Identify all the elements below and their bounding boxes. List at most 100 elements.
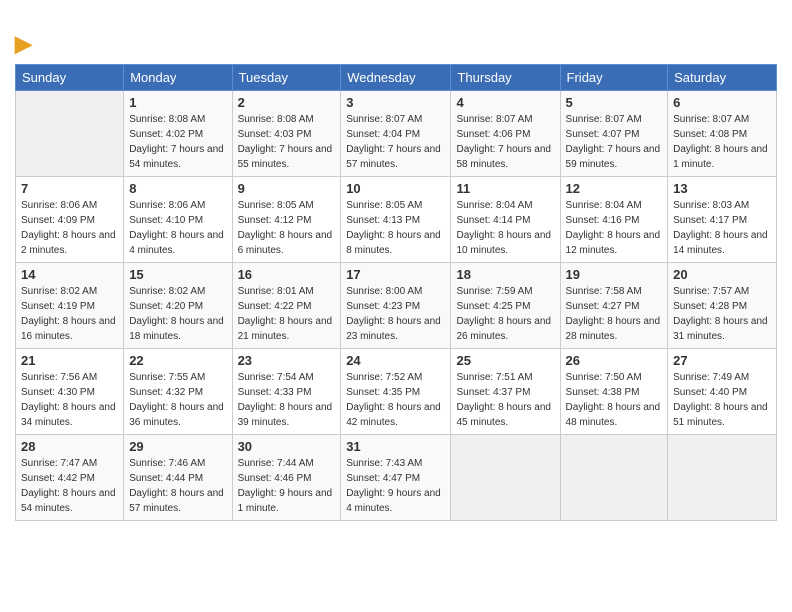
- day-info: Sunrise: 8:07 AM Sunset: 4:06 PM Dayligh…: [456, 112, 554, 172]
- daylight-label: Daylight: 8 hours and 2 minutes.: [21, 230, 116, 256]
- sunset-label: Sunset: 4:02 PM: [129, 129, 203, 140]
- day-number: 15: [129, 267, 226, 282]
- day-info: Sunrise: 7:57 AM Sunset: 4:28 PM Dayligh…: [673, 284, 771, 344]
- sunrise-label: Sunrise: 8:06 AM: [129, 200, 205, 211]
- sunset-label: Sunset: 4:40 PM: [673, 387, 747, 398]
- sunrise-label: Sunrise: 7:49 AM: [673, 372, 749, 383]
- calendar-cell: 28 Sunrise: 7:47 AM Sunset: 4:42 PM Dayl…: [16, 435, 124, 521]
- sunset-label: Sunset: 4:32 PM: [129, 387, 203, 398]
- daylight-label: Daylight: 8 hours and 21 minutes.: [238, 316, 333, 342]
- day-number: 26: [566, 353, 663, 368]
- day-number: 17: [346, 267, 445, 282]
- sunset-label: Sunset: 4:04 PM: [346, 129, 420, 140]
- day-header-wednesday: Wednesday: [341, 65, 451, 91]
- day-info: Sunrise: 7:59 AM Sunset: 4:25 PM Dayligh…: [456, 284, 554, 344]
- sunrise-label: Sunrise: 7:43 AM: [346, 458, 422, 469]
- sunset-label: Sunset: 4:08 PM: [673, 129, 747, 140]
- calendar-cell: 21 Sunrise: 7:56 AM Sunset: 4:30 PM Dayl…: [16, 349, 124, 435]
- sunset-label: Sunset: 4:37 PM: [456, 387, 530, 398]
- sunrise-label: Sunrise: 7:57 AM: [673, 286, 749, 297]
- day-number: 6: [673, 95, 771, 110]
- daylight-label: Daylight: 8 hours and 39 minutes.: [238, 402, 333, 428]
- day-number: 7: [21, 181, 118, 196]
- day-header-monday: Monday: [124, 65, 232, 91]
- day-number: 1: [129, 95, 226, 110]
- calendar-cell: 8 Sunrise: 8:06 AM Sunset: 4:10 PM Dayli…: [124, 177, 232, 263]
- day-number: 14: [21, 267, 118, 282]
- daylight-label: Daylight: 8 hours and 4 minutes.: [129, 230, 224, 256]
- logo-icon: ▶: [15, 31, 32, 56]
- daylight-label: Daylight: 8 hours and 12 minutes.: [566, 230, 661, 256]
- sunrise-label: Sunrise: 7:46 AM: [129, 458, 205, 469]
- calendar-cell: 29 Sunrise: 7:46 AM Sunset: 4:44 PM Dayl…: [124, 435, 232, 521]
- daylight-label: Daylight: 8 hours and 16 minutes.: [21, 316, 116, 342]
- calendar-cell: [16, 91, 124, 177]
- sunrise-label: Sunrise: 8:02 AM: [21, 286, 97, 297]
- daylight-label: Daylight: 8 hours and 48 minutes.: [566, 402, 661, 428]
- day-number: 2: [238, 95, 336, 110]
- day-number: 8: [129, 181, 226, 196]
- day-info: Sunrise: 8:05 AM Sunset: 4:13 PM Dayligh…: [346, 198, 445, 258]
- sunrise-label: Sunrise: 8:04 AM: [566, 200, 642, 211]
- day-number: 4: [456, 95, 554, 110]
- day-info: Sunrise: 8:07 AM Sunset: 4:08 PM Dayligh…: [673, 112, 771, 172]
- sunset-label: Sunset: 4:30 PM: [21, 387, 95, 398]
- day-number: 19: [566, 267, 663, 282]
- calendar-cell: 30 Sunrise: 7:44 AM Sunset: 4:46 PM Dayl…: [232, 435, 341, 521]
- daylight-label: Daylight: 9 hours and 1 minute.: [238, 488, 333, 514]
- sunset-label: Sunset: 4:28 PM: [673, 301, 747, 312]
- daylight-label: Daylight: 7 hours and 57 minutes.: [346, 144, 441, 170]
- day-info: Sunrise: 8:04 AM Sunset: 4:14 PM Dayligh…: [456, 198, 554, 258]
- calendar-cell: 16 Sunrise: 8:01 AM Sunset: 4:22 PM Dayl…: [232, 263, 341, 349]
- day-info: Sunrise: 7:54 AM Sunset: 4:33 PM Dayligh…: [238, 370, 336, 430]
- day-info: Sunrise: 7:56 AM Sunset: 4:30 PM Dayligh…: [21, 370, 118, 430]
- calendar-cell: 15 Sunrise: 8:02 AM Sunset: 4:20 PM Dayl…: [124, 263, 232, 349]
- day-number: 24: [346, 353, 445, 368]
- sunrise-label: Sunrise: 8:04 AM: [456, 200, 532, 211]
- day-info: Sunrise: 7:50 AM Sunset: 4:38 PM Dayligh…: [566, 370, 663, 430]
- daylight-label: Daylight: 8 hours and 57 minutes.: [129, 488, 224, 514]
- day-number: 3: [346, 95, 445, 110]
- daylight-label: Daylight: 8 hours and 54 minutes.: [21, 488, 116, 514]
- sunrise-label: Sunrise: 7:59 AM: [456, 286, 532, 297]
- sunrise-label: Sunrise: 7:50 AM: [566, 372, 642, 383]
- day-number: 13: [673, 181, 771, 196]
- day-info: Sunrise: 7:51 AM Sunset: 4:37 PM Dayligh…: [456, 370, 554, 430]
- day-number: 12: [566, 181, 663, 196]
- day-number: 9: [238, 181, 336, 196]
- sunrise-label: Sunrise: 7:51 AM: [456, 372, 532, 383]
- day-number: 10: [346, 181, 445, 196]
- day-number: 5: [566, 95, 663, 110]
- day-info: Sunrise: 8:08 AM Sunset: 4:03 PM Dayligh…: [238, 112, 336, 172]
- sunset-label: Sunset: 4:38 PM: [566, 387, 640, 398]
- daylight-label: Daylight: 7 hours and 54 minutes.: [129, 144, 224, 170]
- day-info: Sunrise: 7:58 AM Sunset: 4:27 PM Dayligh…: [566, 284, 663, 344]
- daylight-label: Daylight: 8 hours and 6 minutes.: [238, 230, 333, 256]
- sunrise-label: Sunrise: 7:47 AM: [21, 458, 97, 469]
- day-info: Sunrise: 7:55 AM Sunset: 4:32 PM Dayligh…: [129, 370, 226, 430]
- calendar-cell: 18 Sunrise: 7:59 AM Sunset: 4:25 PM Dayl…: [451, 263, 560, 349]
- day-info: Sunrise: 7:43 AM Sunset: 4:47 PM Dayligh…: [346, 456, 445, 516]
- calendar-cell: 24 Sunrise: 7:52 AM Sunset: 4:35 PM Dayl…: [341, 349, 451, 435]
- day-info: Sunrise: 8:07 AM Sunset: 4:04 PM Dayligh…: [346, 112, 445, 172]
- calendar-cell: 3 Sunrise: 8:07 AM Sunset: 4:04 PM Dayli…: [341, 91, 451, 177]
- calendar-cell: [560, 435, 668, 521]
- header: ▶: [15, 10, 777, 56]
- sunset-label: Sunset: 4:27 PM: [566, 301, 640, 312]
- sunrise-label: Sunrise: 8:00 AM: [346, 286, 422, 297]
- day-info: Sunrise: 8:03 AM Sunset: 4:17 PM Dayligh…: [673, 198, 771, 258]
- calendar-header-row: SundayMondayTuesdayWednesdayThursdayFrid…: [16, 65, 777, 91]
- sunset-label: Sunset: 4:47 PM: [346, 473, 420, 484]
- calendar-cell: 14 Sunrise: 8:02 AM Sunset: 4:19 PM Dayl…: [16, 263, 124, 349]
- sunset-label: Sunset: 4:06 PM: [456, 129, 530, 140]
- day-header-tuesday: Tuesday: [232, 65, 341, 91]
- calendar-cell: 26 Sunrise: 7:50 AM Sunset: 4:38 PM Dayl…: [560, 349, 668, 435]
- calendar-cell: 19 Sunrise: 7:58 AM Sunset: 4:27 PM Dayl…: [560, 263, 668, 349]
- sunrise-label: Sunrise: 8:07 AM: [566, 114, 642, 125]
- day-info: Sunrise: 8:06 AM Sunset: 4:10 PM Dayligh…: [129, 198, 226, 258]
- calendar-cell: [668, 435, 777, 521]
- day-info: Sunrise: 7:49 AM Sunset: 4:40 PM Dayligh…: [673, 370, 771, 430]
- sunset-label: Sunset: 4:46 PM: [238, 473, 312, 484]
- calendar-cell: 6 Sunrise: 8:07 AM Sunset: 4:08 PM Dayli…: [668, 91, 777, 177]
- day-number: 21: [21, 353, 118, 368]
